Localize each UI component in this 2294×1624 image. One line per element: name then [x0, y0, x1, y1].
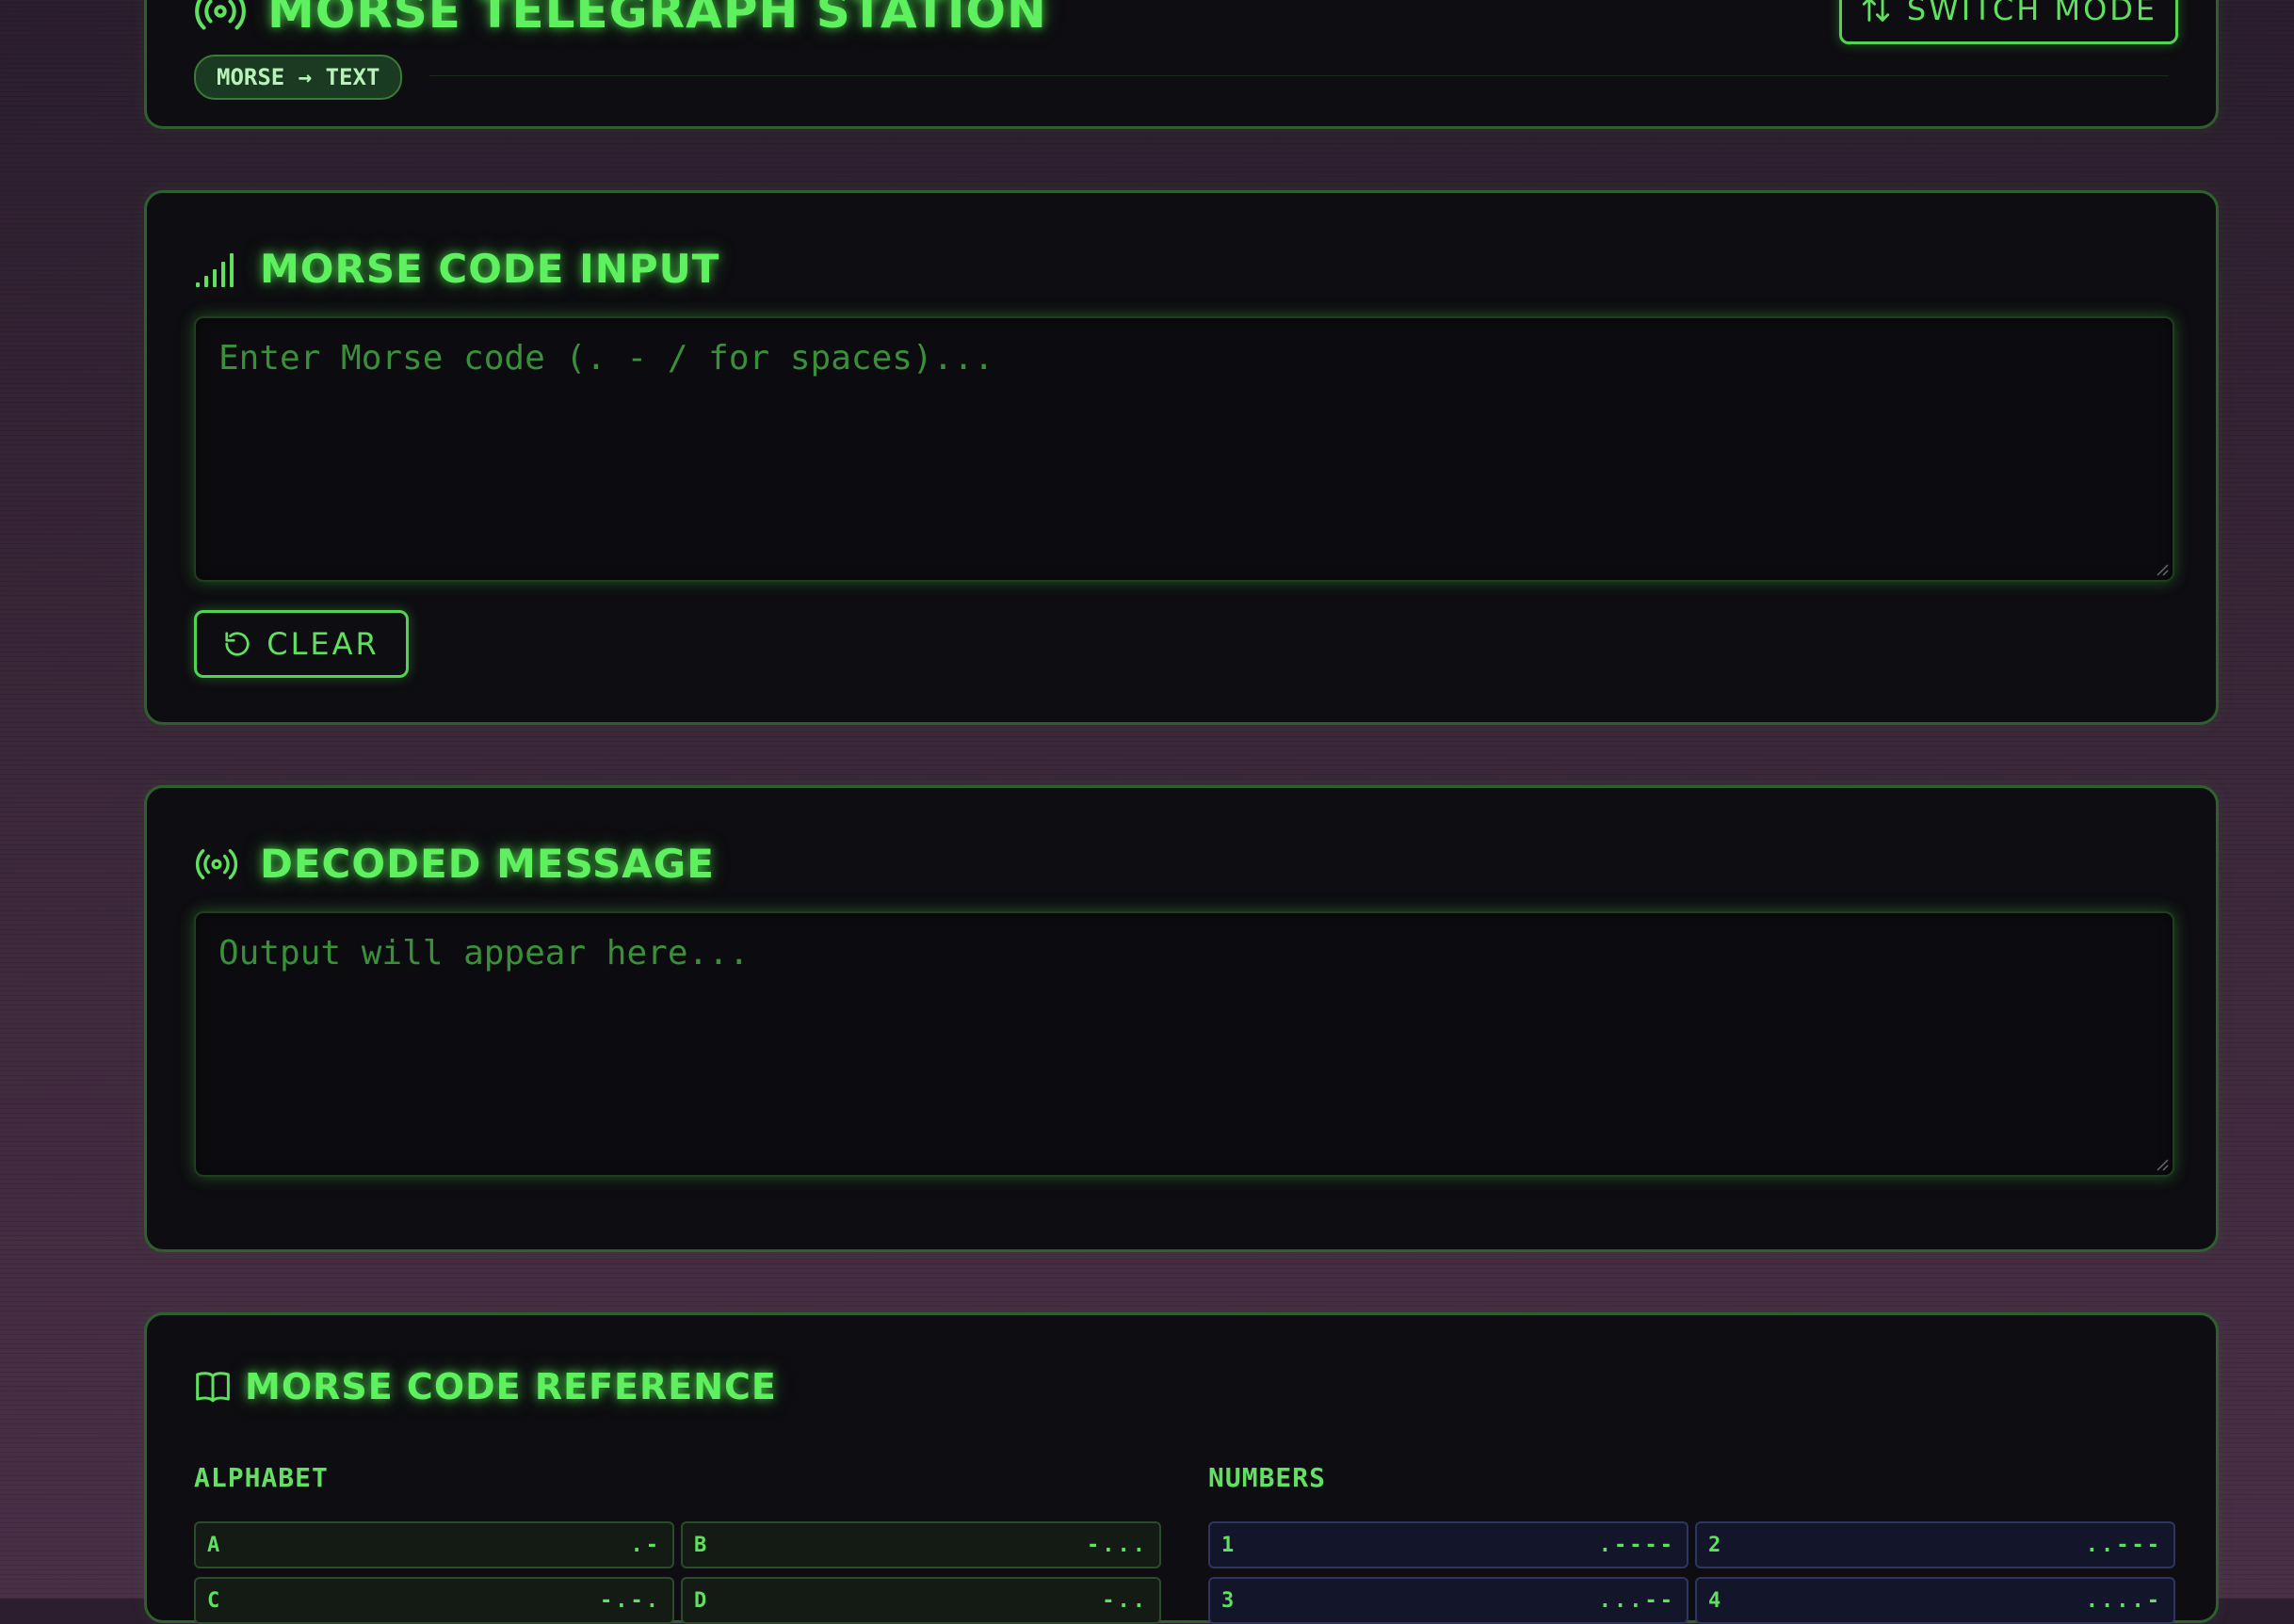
cell-code: -.. [1102, 1588, 1148, 1613]
cell-code: .- [630, 1533, 661, 1557]
cell-code: ...-- [1598, 1588, 1675, 1613]
cell-code: ..--- [2085, 1533, 2162, 1557]
cell-code: -... [1087, 1533, 1148, 1557]
cell-char: 2 [1708, 1533, 1721, 1557]
cell-code: .---- [1598, 1533, 1675, 1557]
cell-char: B [694, 1533, 707, 1557]
cell-char: 4 [1708, 1588, 1721, 1613]
morse-cell-a[interactable]: A .- [194, 1521, 674, 1568]
output-panel-header: DECODED MESSAGE [194, 841, 715, 887]
morse-cell-1[interactable]: 1 .---- [1208, 1521, 1688, 1568]
morse-cell-b[interactable]: B -... [681, 1521, 1161, 1568]
header-divider [429, 75, 2169, 76]
morse-cell-3[interactable]: 3 ...-- [1208, 1577, 1688, 1624]
morse-input[interactable]: Enter Morse code (. - / for spaces)... [194, 316, 2174, 582]
cell-char: C [207, 1588, 220, 1613]
clear-button[interactable]: CLEAR [194, 610, 409, 678]
resize-handle-icon[interactable] [2156, 563, 2169, 576]
cell-char: 3 [1221, 1588, 1235, 1613]
cell-char: 1 [1221, 1533, 1235, 1557]
page-title: MORSE TELEGRAPH STATION [267, 0, 1047, 39]
input-panel-title: MORSE CODE INPUT [260, 246, 720, 292]
morse-cell-d[interactable]: D -.. [681, 1577, 1161, 1624]
morse-cell-2[interactable]: 2 ..--- [1695, 1521, 2175, 1568]
morse-input-placeholder: Enter Morse code (. - / for spaces)... [218, 339, 994, 378]
decoded-output[interactable]: Output will appear here... [194, 911, 2174, 1177]
cell-char: A [207, 1533, 220, 1557]
header-title-row: MORSE TELEGRAPH STATION [194, 0, 1047, 39]
reference-panel-header: MORSE CODE REFERENCE [194, 1364, 777, 1409]
switch-mode-button[interactable]: SWITCH MODE [1839, 0, 2178, 44]
input-panel: MORSE CODE INPUT Enter Morse code (. - /… [144, 190, 2219, 725]
decoded-output-placeholder: Output will appear here... [218, 934, 750, 973]
alphabet-label: ALPHABET [194, 1462, 329, 1493]
numbers-label: NUMBERS [1208, 1462, 1327, 1493]
book-icon [194, 1364, 232, 1409]
reference-panel: MORSE CODE REFERENCE ALPHABET NUMBERS A … [144, 1312, 2219, 1624]
cell-code: ....- [2085, 1588, 2162, 1613]
output-panel-title: DECODED MESSAGE [260, 841, 715, 887]
input-panel-header: MORSE CODE INPUT [194, 246, 719, 292]
broadcast-icon [194, 0, 247, 38]
header-panel: MORSE TELEGRAPH STATION MORSE → TEXT SWI… [144, 0, 2219, 129]
mode-badge: MORSE → TEXT [194, 55, 403, 100]
morse-cell-c[interactable]: C -.-. [194, 1577, 674, 1624]
morse-cell-4[interactable]: 4 ....- [1695, 1577, 2175, 1624]
reset-icon [225, 632, 250, 656]
resize-handle-icon[interactable] [2156, 1158, 2169, 1171]
broadcast-icon [194, 842, 239, 887]
signal-bars-icon [194, 247, 239, 292]
clear-label: CLEAR [267, 626, 380, 662]
cell-char: D [694, 1588, 707, 1613]
swap-arrows-icon [1862, 0, 1890, 22]
reference-panel-title: MORSE CODE REFERENCE [245, 1366, 777, 1407]
switch-mode-label: SWITCH MODE [1906, 0, 2158, 27]
output-panel: DECODED MESSAGE Output will appear here.… [144, 785, 2219, 1252]
cell-code: -.-. [600, 1588, 661, 1613]
